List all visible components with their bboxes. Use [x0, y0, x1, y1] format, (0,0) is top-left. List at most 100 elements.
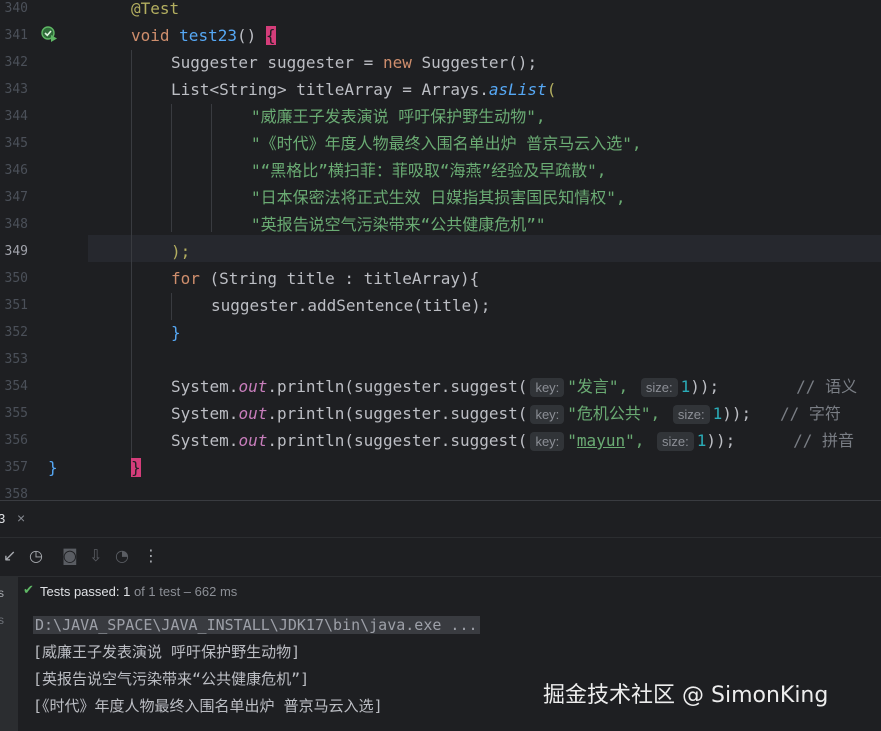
class-system: System.: [171, 431, 239, 450]
comment: // 语义: [796, 377, 858, 396]
test-status-bar: ✔ Tests passed: 1 of 1 test – 662 ms: [0, 577, 881, 607]
code-line-349: );: [171, 238, 190, 265]
java-command[interactable]: D:\JAVA_SPACE\JAVA_INSTALL\JDK17\bin\jav…: [33, 616, 480, 634]
code-line-356: System.out.println(suggester.suggest(key…: [171, 427, 854, 454]
line-number: 350: [4, 271, 28, 286]
close-icon[interactable]: ×: [17, 510, 25, 526]
current-line-highlight: [0, 235, 881, 262]
code-line-351: suggester.addSentence(title);: [211, 292, 490, 319]
number-literal: 1: [712, 404, 723, 423]
camera-icon[interactable]: ◙: [62, 546, 78, 565]
brace-highlight-open: {: [265, 26, 276, 45]
gauge-icon[interactable]: ◔: [115, 546, 129, 565]
console-line: [威廉王子发表演说 呼吁保护野生动物]: [33, 643, 301, 661]
test-status-text: Tests passed: 1 of 1 test – 662 ms: [40, 584, 237, 599]
line-number: 357: [4, 460, 28, 475]
code-line-342: Suggester suggester = new Suggester();: [171, 49, 537, 76]
close-paren: );: [171, 242, 191, 261]
code-line-341: void test23() {: [131, 22, 276, 49]
comment: // 拼音: [793, 431, 854, 450]
sort-icon[interactable]: ↙: [3, 546, 16, 565]
annotation-test: @Test: [131, 0, 180, 18]
query-string-quote: ",: [625, 431, 645, 450]
code-line-344: "威廉王子发表演说 呼吁保护野生动物",: [251, 103, 546, 130]
console-line: [《时代》年度人物最终入围名单出炉 普京马云入选]: [33, 697, 383, 715]
watermark: 掘金技术社区 @ SimonKing: [543, 683, 829, 708]
indent-guide: [171, 104, 172, 232]
code-line-357: }: [131, 454, 141, 481]
open-paren: (: [546, 80, 557, 99]
line-number: 351: [4, 298, 28, 313]
code-editor[interactable]: 340 341 342 343 344 345 346 347 348 349 …: [0, 0, 881, 500]
type-suggester: Suggester: [171, 53, 258, 72]
for-header: (String title : titleArray){: [199, 269, 480, 288]
more-icon[interactable]: ⋮: [143, 546, 159, 565]
param-hint-size: size:: [640, 378, 678, 397]
console-output[interactable]: D:\JAVA_SPACE\JAVA_INSTALL\JDK17\bin\jav…: [0, 609, 881, 731]
code-line-354: System.out.println(suggester.suggest(key…: [171, 373, 857, 400]
static-out: out: [238, 431, 268, 450]
keyword-new: new: [382, 53, 412, 72]
history-icon[interactable]: ◷: [29, 546, 43, 565]
string-literal: "英报告说空气污染带来“公共健康危机”": [251, 215, 546, 234]
line-number: 347: [4, 190, 28, 205]
method-name: test23: [179, 26, 237, 45]
run-tab-bar: 3 ×: [0, 501, 881, 538]
code-line-355: System.out.println(suggester.suggest(key…: [171, 400, 841, 427]
check-icon: ✔: [23, 583, 34, 598]
class-close-brace: }: [48, 458, 58, 477]
param-hint-key: key:: [530, 405, 565, 424]
line-number: 341: [4, 28, 28, 43]
code-line-347: "日本保密法将正式生效 日媒指其损害国民知情权",: [251, 184, 626, 211]
class-close-brace-line: }: [48, 454, 58, 481]
println-call: .println(suggester.suggest(: [267, 404, 528, 423]
call-close: ));: [690, 377, 720, 396]
line-number: 342: [4, 55, 28, 70]
indent-guide: [171, 293, 172, 320]
line-number: 356: [4, 433, 28, 448]
line-number: 345: [4, 136, 28, 151]
var-decl: suggester =: [257, 53, 383, 72]
export-icon[interactable]: ⇩: [89, 546, 102, 565]
class-system: System.: [171, 404, 239, 423]
call-close: ));: [706, 431, 736, 450]
run-tab-label[interactable]: 3: [0, 511, 5, 526]
constructor-call: Suggester();: [411, 53, 538, 72]
keyword-void: void: [131, 26, 170, 45]
line-number: 353: [4, 352, 28, 367]
query-string: "危机公共",: [567, 404, 661, 423]
code-line-340: @Test: [131, 0, 179, 22]
string-literal: "威廉王子发表演说 呼吁保护野生动物",: [251, 107, 546, 126]
tests-passed-label: Tests passed: 1: [40, 584, 131, 599]
code-line-348: "英报告说空气污染带来“公共健康危机”": [251, 211, 546, 238]
line-number-gutter: 340 341 342 343 344 345 346 347 348 349 …: [0, 0, 88, 500]
console-line-command[interactable]: D:\JAVA_SPACE\JAVA_INSTALL\JDK17\bin\jav…: [33, 612, 480, 638]
param-hint-key: key:: [530, 378, 565, 397]
line-number-active: 349: [4, 244, 28, 259]
indent-guide: [131, 50, 132, 460]
query-string-quote: ": [567, 431, 577, 450]
method-aslist: asList: [488, 80, 547, 99]
code-line-346: "“黑格比”横扫菲：菲吸取“海燕”经验及早疏散",: [251, 157, 606, 184]
number-literal: 1: [680, 377, 691, 396]
line-number: 340: [4, 1, 28, 16]
run-toolbar: ↙ ◷ ◙ ⇩ ◔ ⋮: [0, 538, 881, 577]
test-passed-gutter-icon[interactable]: [41, 26, 57, 42]
code-line-352: }: [171, 319, 181, 346]
console-line: [英报告说空气污染带来“公共健康危机”]: [33, 670, 310, 688]
class-system: System.: [171, 377, 239, 396]
line-number: 344: [4, 109, 28, 124]
line-number: 352: [4, 325, 28, 340]
call-close: ));: [722, 404, 752, 423]
string-literal: "《时代》年度人物最终入围名单出炉 普京马云入选",: [251, 134, 642, 153]
query-string: "发言",: [567, 377, 629, 396]
code-line-343: List<String> titleArray = Arrays.asList(: [171, 76, 556, 103]
number-literal: 1: [696, 431, 707, 450]
line-number: 343: [4, 82, 28, 97]
line-number: 346: [4, 163, 28, 178]
code-line-345: "《时代》年度人物最终入围名单出炉 普京马云入选",: [251, 130, 642, 157]
string-literal: "日本保密法将正式生效 日媒指其损害国民知情权",: [251, 188, 626, 207]
query-string-pinyin: mayun: [576, 431, 626, 450]
indent-guide: [211, 104, 212, 232]
line-number: 348: [4, 217, 28, 232]
